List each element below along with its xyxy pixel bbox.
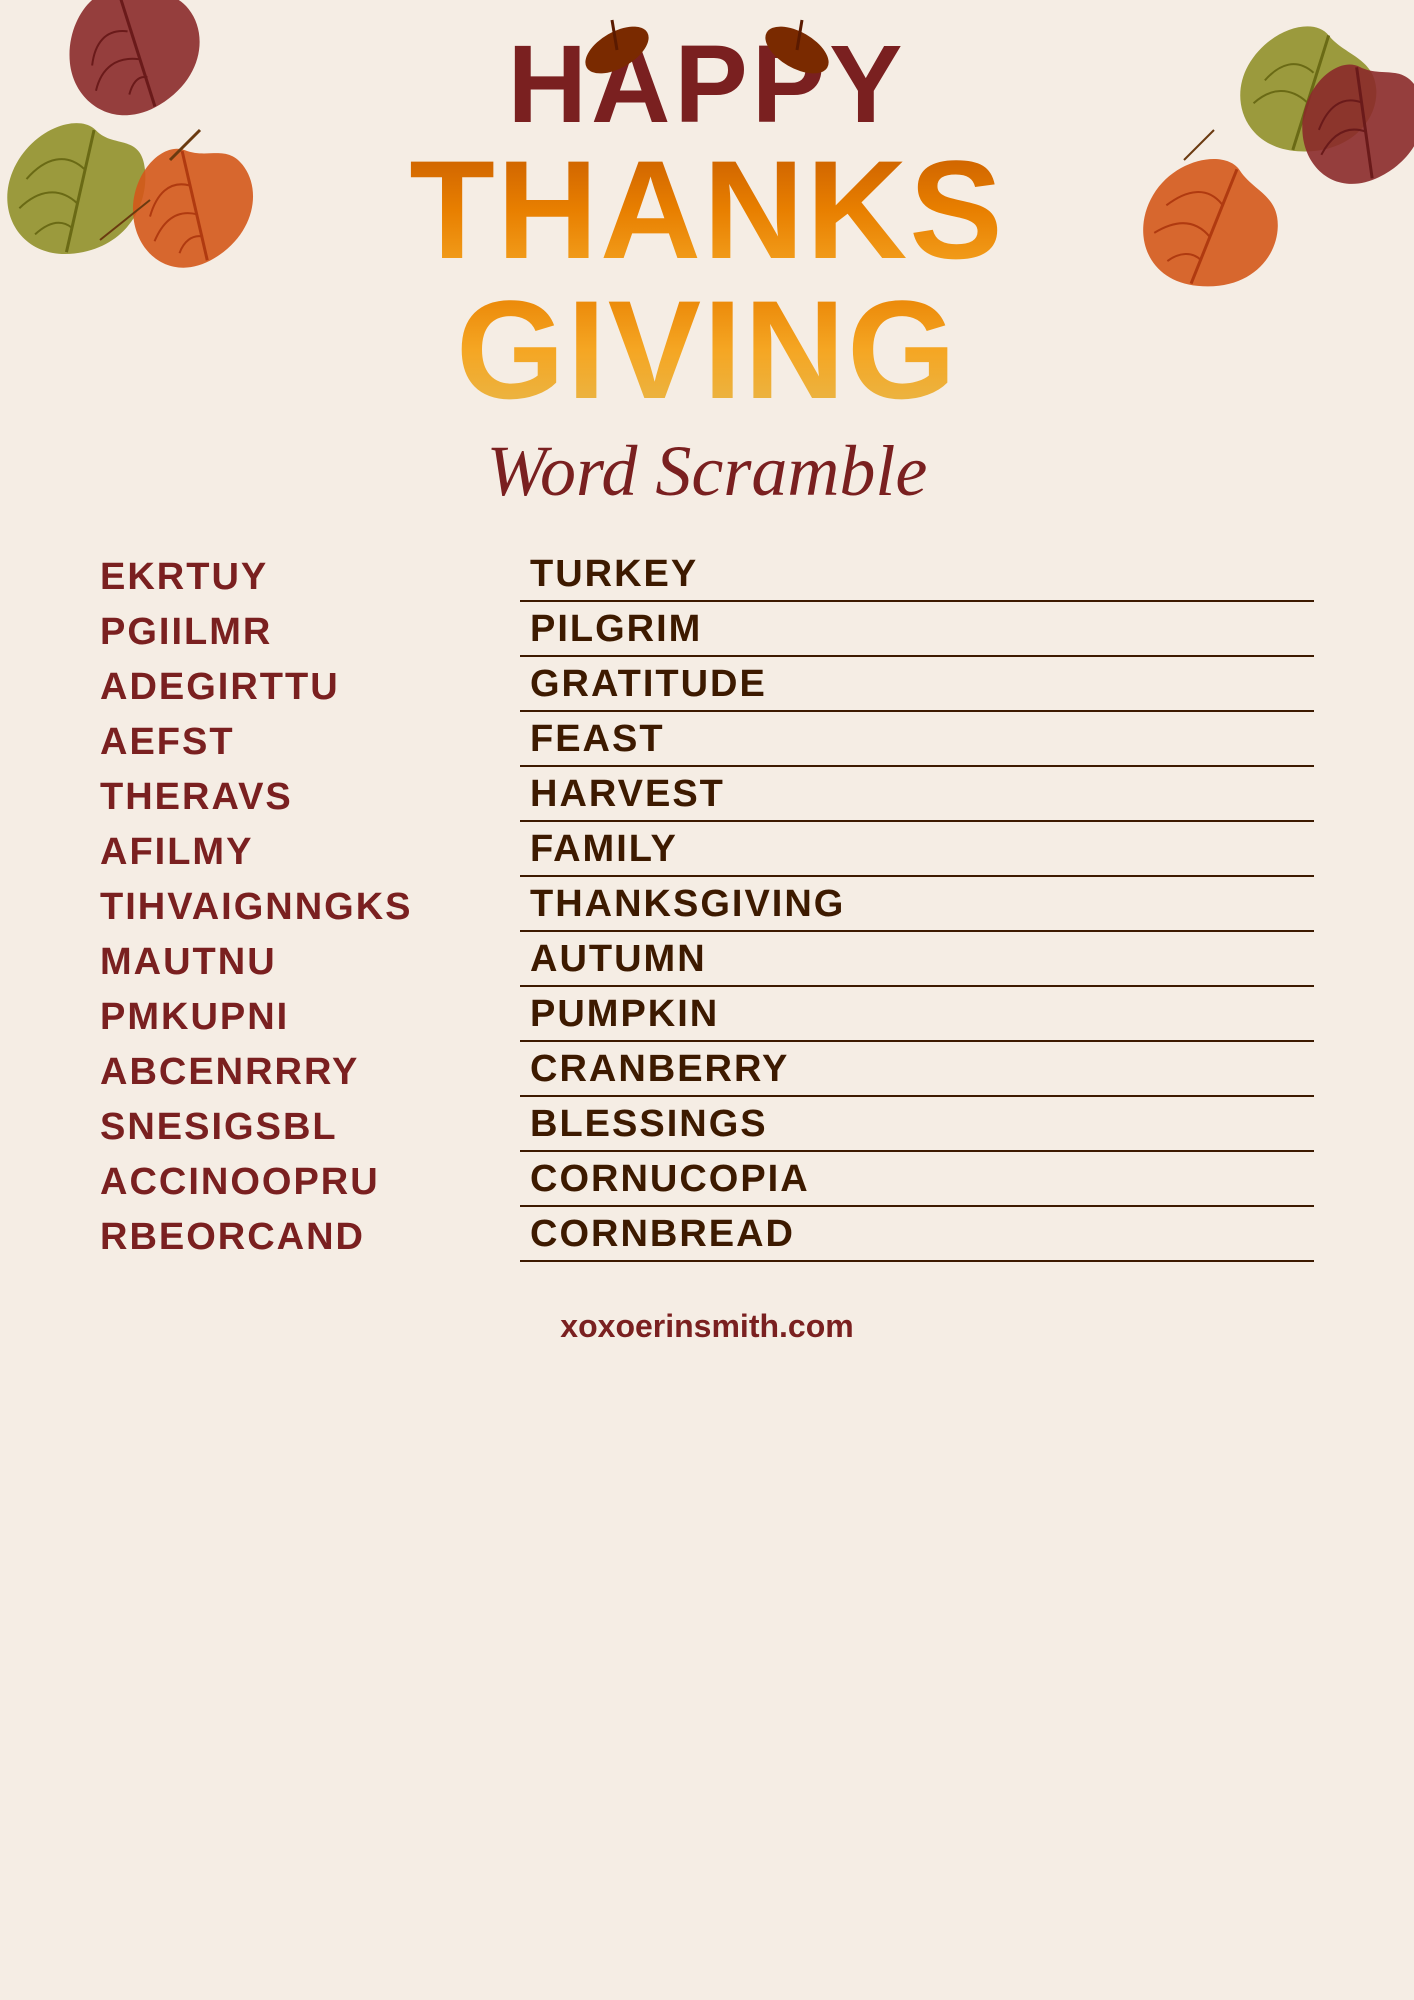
header: HAPPY THANKS GIVING	[0, 0, 1414, 420]
answer-word: TURKEY	[520, 553, 1314, 602]
word-row: EKRTUYTURKEY	[100, 553, 1314, 602]
giving-text: GIVING	[409, 280, 1004, 420]
website-url: xoxoerinsmith.com	[560, 1308, 853, 1344]
word-row: SNESIGSBLBLESSINGS	[100, 1103, 1314, 1152]
word-row: AEFSTFEAST	[100, 718, 1314, 767]
answer-word: GRATITUDE	[520, 663, 1314, 712]
footer: xoxoerinsmith.com	[0, 1308, 1414, 1345]
word-row: PMKUPNIPUMPKIN	[100, 993, 1314, 1042]
answer-word: BLESSINGS	[520, 1103, 1314, 1152]
title-container: HAPPY THANKS GIVING	[409, 30, 1004, 420]
answer-word: FEAST	[520, 718, 1314, 767]
word-row: RBEORCANDCORNBREAD	[100, 1213, 1314, 1262]
scrambled-word: AFILMY	[100, 831, 520, 874]
answer-word: FAMILY	[520, 828, 1314, 877]
word-row: ACCINOOPRUCORNUCOPIA	[100, 1158, 1314, 1207]
thanks-text: THANKS	[409, 140, 1004, 280]
scrambled-word: ADEGIRTTU	[100, 666, 520, 709]
answer-word: CORNBREAD	[520, 1213, 1314, 1262]
answer-word: HARVEST	[520, 773, 1314, 822]
scrambled-word: PGIILMR	[100, 611, 520, 654]
scrambled-word: ABCENRRRY	[100, 1051, 520, 1094]
word-row: AFILMYFAMILY	[100, 828, 1314, 877]
answer-word: PUMPKIN	[520, 993, 1314, 1042]
page: HAPPY THANKS GIVING Word Scramble EKRTUY…	[0, 0, 1414, 2000]
word-list: EKRTUYTURKEYPGIILMRPILGRIMADEGIRTTUGRATI…	[0, 553, 1414, 1268]
word-row: PGIILMRPILGRIM	[100, 608, 1314, 657]
scrambled-word: ACCINOOPRU	[100, 1161, 520, 1204]
scrambled-word: AEFST	[100, 721, 520, 764]
answer-word: THANKSGIVING	[520, 883, 1314, 932]
word-row: ABCENRRRYCRANBERRY	[100, 1048, 1314, 1097]
answer-word: PILGRIM	[520, 608, 1314, 657]
word-row: MAUTNUAUTUMN	[100, 938, 1314, 987]
answer-word: AUTUMN	[520, 938, 1314, 987]
scrambled-word: PMKUPNI	[100, 996, 520, 1039]
scrambled-word: SNESIGSBL	[100, 1106, 520, 1149]
scrambled-word: THERAVS	[100, 776, 520, 819]
scrambled-word: MAUTNU	[100, 941, 520, 984]
subtitle: Word Scramble	[0, 430, 1414, 513]
word-row: THERAVSHARVEST	[100, 773, 1314, 822]
answer-word: CORNUCOPIA	[520, 1158, 1314, 1207]
word-row: ADEGIRTTUGRATITUDE	[100, 663, 1314, 712]
word-row: TIHVAIGNNGKSTHANKSGIVING	[100, 883, 1314, 932]
answer-word: CRANBERRY	[520, 1048, 1314, 1097]
scrambled-word: RBEORCAND	[100, 1216, 520, 1259]
scrambled-word: TIHVAIGNNGKS	[100, 886, 520, 929]
scrambled-word: EKRTUY	[100, 556, 520, 599]
